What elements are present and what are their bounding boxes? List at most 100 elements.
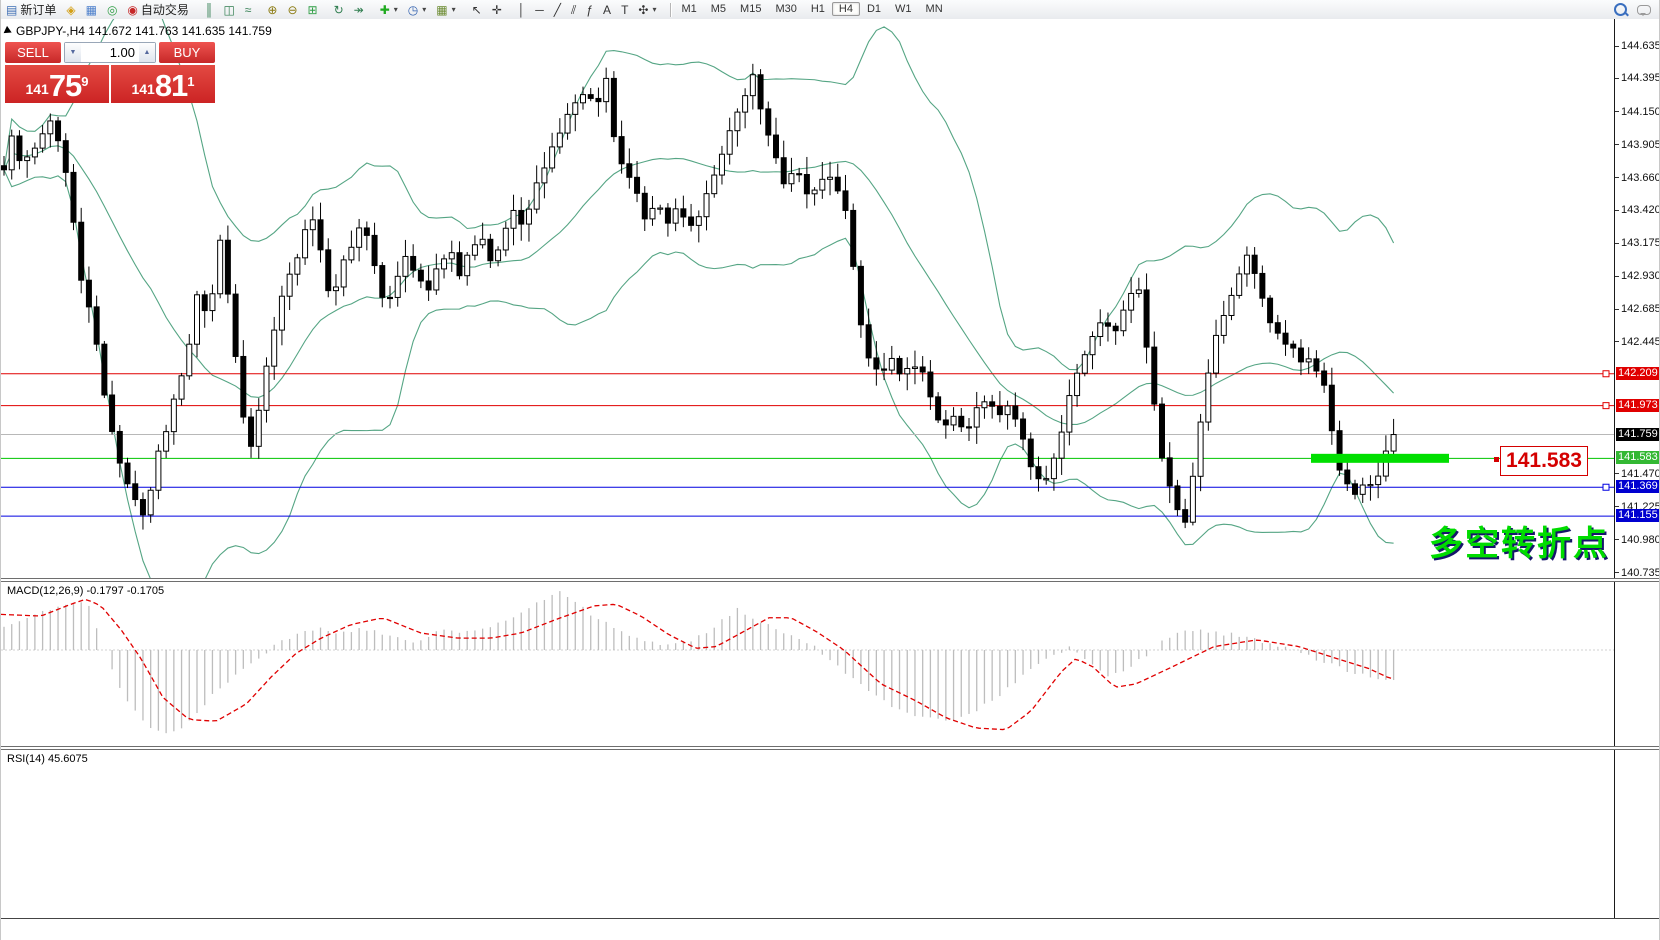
bar-chart-button[interactable]: ║: [200, 1, 219, 19]
line-chart-icon: ≈: [245, 1, 252, 19]
auto-scroll-button[interactable]: ↻: [329, 1, 349, 19]
buy-button[interactable]: BUY: [159, 42, 215, 63]
level-line-handle[interactable]: [1603, 484, 1609, 490]
mt4-window: ▤新订单◈▦◎◉自动交易║◫≈⊕⊖⊞↻↠✚▾◷▾▦▾↖✛│─╱⫽ƒAT✣▾ M1…: [0, 0, 1660, 940]
one-click-trading-panel: SELL ▼ ▲ BUY 141759 141811: [5, 42, 215, 103]
arrows-button-dropdown-icon[interactable]: ▾: [652, 5, 656, 14]
candle: [1021, 412, 1026, 450]
candle: [627, 148, 632, 188]
volume-decrease-button[interactable]: ▼: [65, 43, 81, 62]
timeframe-h4-button[interactable]: H4: [832, 2, 860, 16]
label-button[interactable]: T: [616, 1, 633, 19]
zoom-out-button[interactable]: ⊖: [282, 1, 302, 19]
timeframe-m30-button[interactable]: M30: [768, 2, 803, 16]
candle: [1376, 460, 1381, 498]
crosshair-button[interactable]: ✛: [487, 1, 507, 19]
candle: [750, 64, 755, 110]
candle: [79, 208, 84, 293]
autotrade-button[interactable]: ◉自动交易: [122, 1, 194, 19]
volume-increase-button[interactable]: ▲: [139, 43, 155, 62]
macd-pane[interactable]: MACD(12,26,9) -0.1797 -0.1705: [1, 582, 1614, 746]
zoom-in-button[interactable]: ⊕: [262, 1, 282, 19]
candle: [727, 118, 732, 165]
chat-icon[interactable]: [1637, 5, 1651, 15]
candle: [812, 187, 817, 205]
candle: [1152, 332, 1157, 411]
market-watch-icon[interactable]: ◈: [61, 1, 80, 19]
candle: [225, 226, 230, 304]
trendline-button[interactable]: ╱: [549, 1, 566, 19]
broadcast-icon[interactable]: ◎: [102, 1, 122, 19]
level-label-marker[interactable]: [1494, 457, 1499, 462]
level-line-handle[interactable]: [1603, 403, 1609, 409]
line-chart-button[interactable]: ≈: [240, 1, 257, 19]
time-axis[interactable]: [1, 918, 1660, 940]
text-icon: A: [603, 1, 611, 19]
chart-shift-icon: ↠: [354, 1, 364, 19]
candle: [658, 205, 663, 215]
candle: [1160, 397, 1165, 461]
candle: [1190, 463, 1195, 526]
rsi-pane[interactable]: RSI(14) 45.6075: [1, 750, 1614, 918]
candle: [774, 118, 779, 164]
candle: [1059, 415, 1064, 475]
new-order-button[interactable]: ▤新订单: [1, 1, 61, 19]
macd-axis[interactable]: [1614, 582, 1660, 746]
candle: [1229, 287, 1234, 320]
candle: [928, 360, 933, 410]
periods-button[interactable]: ◷▾: [403, 1, 432, 19]
templates-button[interactable]: ▦▾: [431, 1, 460, 19]
arrows-button[interactable]: ✣▾: [633, 1, 661, 19]
search-icon[interactable]: [1614, 3, 1627, 16]
candle: [828, 162, 833, 196]
buy-price-box[interactable]: 141811: [111, 65, 215, 103]
buy-price-big: 81: [155, 71, 187, 101]
timeframe-h1-button[interactable]: H1: [804, 2, 832, 16]
text-button[interactable]: A: [598, 1, 616, 19]
volume-input[interactable]: [81, 43, 139, 62]
hline-button[interactable]: ─: [530, 1, 549, 19]
price-tick: 142.685: [1615, 303, 1660, 315]
cursor-button[interactable]: ↖: [467, 1, 487, 19]
templates-button-dropdown-icon[interactable]: ▾: [452, 5, 456, 14]
sell-price-box[interactable]: 141759: [5, 65, 109, 103]
candle: [1360, 478, 1365, 503]
level-line-handle[interactable]: [1603, 371, 1609, 377]
periods-button-dropdown-icon[interactable]: ▾: [422, 5, 426, 14]
price-badge-141.583: 141.583: [1616, 451, 1660, 464]
timeframe-m15-button[interactable]: M15: [733, 2, 768, 16]
rsi-axis[interactable]: [1614, 750, 1660, 918]
price-badge-141.155: 141.155: [1616, 509, 1660, 522]
candle: [48, 113, 53, 147]
candle: [1013, 392, 1018, 426]
indicators-button[interactable]: ✚▾: [375, 1, 403, 19]
candle: [287, 262, 292, 310]
chart-shift-button[interactable]: ↠: [349, 1, 369, 19]
sell-button[interactable]: SELL: [5, 42, 61, 63]
indicators-button-dropdown-icon[interactable]: ▾: [394, 5, 398, 14]
timeframe-m5-button[interactable]: M5: [704, 2, 733, 16]
fibo-button[interactable]: ƒ: [581, 1, 598, 19]
turning-point-annotation[interactable]: 多空转折点: [1429, 516, 1609, 565]
price-level-label[interactable]: 141.583: [1500, 446, 1588, 476]
timeframe-mn-button[interactable]: MN: [919, 2, 950, 16]
candle: [704, 181, 709, 231]
price-chart-pane[interactable]: GBPJPY-,H4 141.672 141.763 141.635 141.7…: [1, 19, 1614, 578]
price-tick: 144.395: [1615, 72, 1660, 84]
price-axis[interactable]: 144.635144.395144.150143.905143.660143.4…: [1614, 19, 1660, 578]
candle: [17, 130, 22, 169]
timeframe-w1-button[interactable]: W1: [888, 2, 919, 16]
data-window-icon[interactable]: ▦: [81, 1, 102, 19]
tile-windows-button[interactable]: ⊞: [303, 1, 323, 19]
candle: [472, 235, 477, 260]
channel-button[interactable]: ⫽: [566, 1, 581, 19]
support-highlight-segment[interactable]: [1311, 454, 1449, 463]
collapse-triangle-icon[interactable]: [4, 26, 14, 36]
price-tick: 143.905: [1615, 139, 1660, 151]
candle-chart-button[interactable]: ◫: [218, 1, 239, 19]
timeframe-d1-button[interactable]: D1: [860, 2, 888, 16]
arrows-icon: ✣: [638, 1, 648, 19]
timeframe-m1-button[interactable]: M1: [674, 2, 703, 16]
candle: [496, 246, 501, 266]
vline-button[interactable]: │: [513, 1, 531, 19]
